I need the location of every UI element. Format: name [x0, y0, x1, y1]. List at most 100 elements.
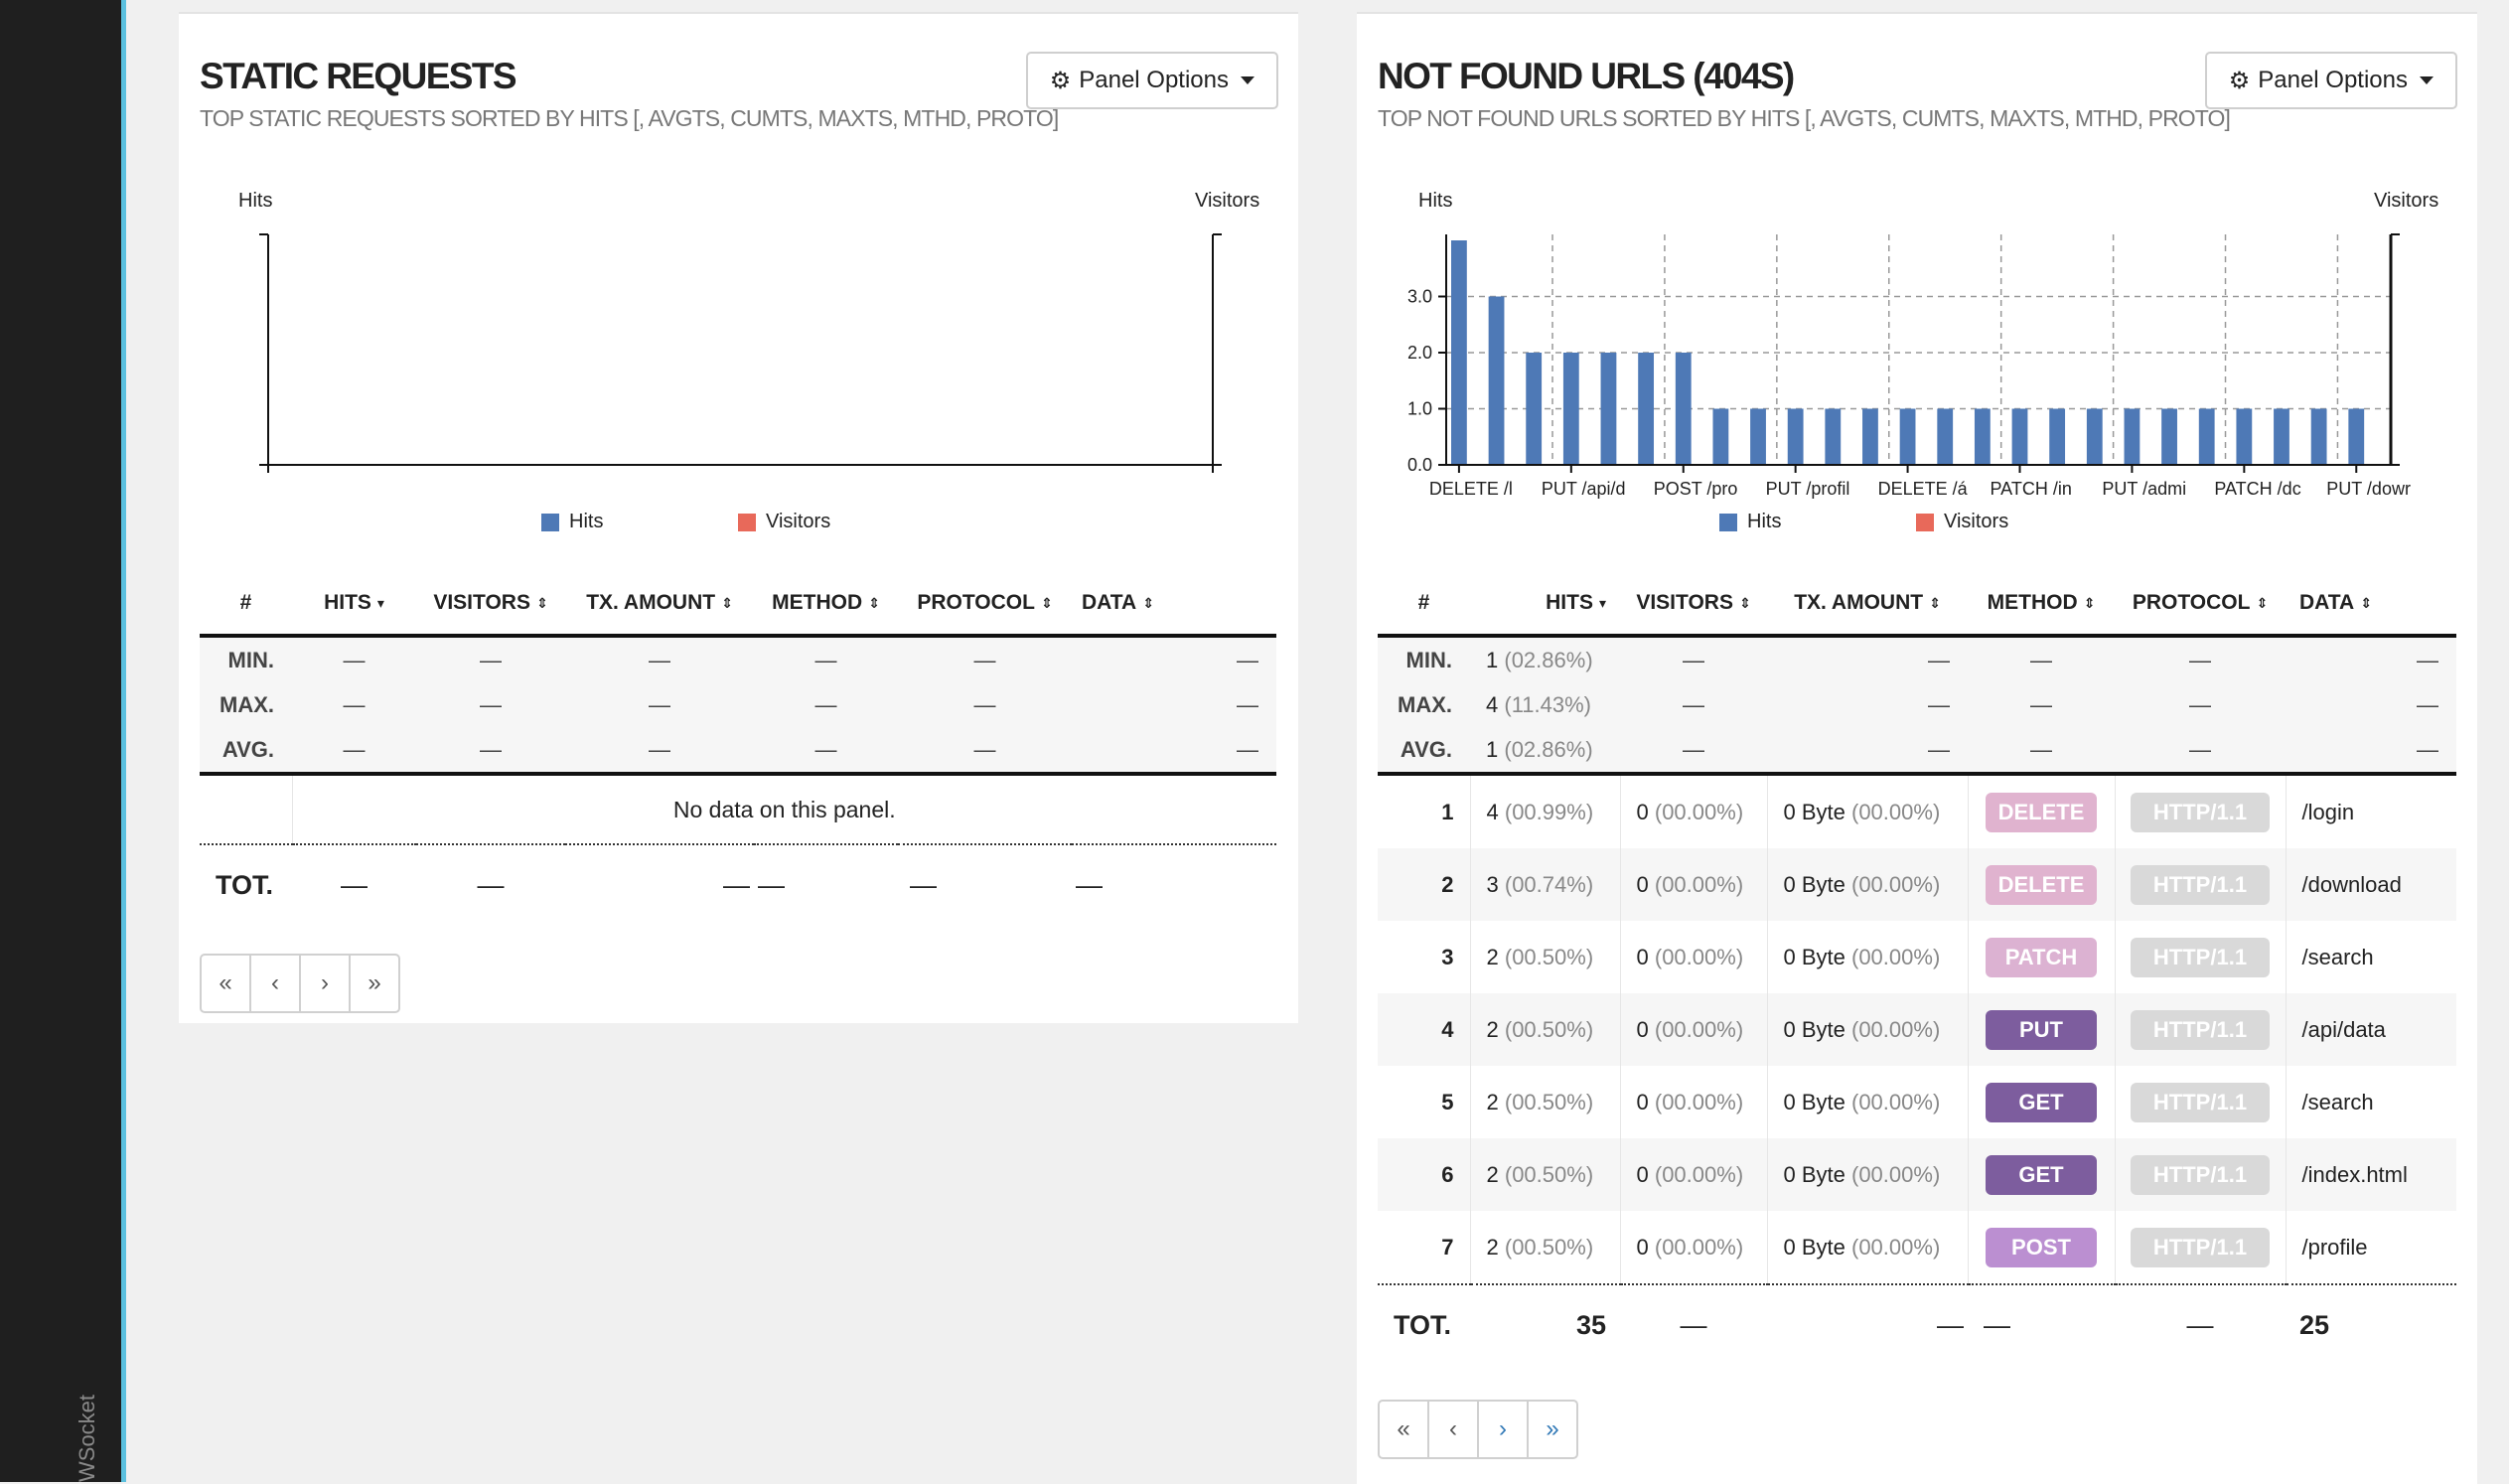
x-tick-label: PUT /dowr [2326, 479, 2411, 499]
websocket-label: WSocket [74, 1394, 99, 1482]
sort-icon: ⇕ [535, 595, 548, 611]
x-tick-label: PUT /admi [2102, 479, 2186, 499]
row-visitors: 0 (00.00%) [1620, 921, 1768, 993]
row-data: /search [2301, 944, 2374, 969]
table-row[interactable]: 14 (00.99%) 0 (00.00%) 0 Byte (00.00%) DELE… [1378, 774, 2456, 848]
y-tick-label: 0.0 [1407, 455, 1432, 475]
col-visitors[interactable]: VISITORS ⇕ [1620, 572, 1767, 636]
avg-row: AVG. 1 (02.86%) — — — — — [1378, 727, 2456, 774]
protocol-badge: HTTP/1.1 [2131, 864, 2270, 905]
legend-visitors-label: Visitors [1944, 511, 2009, 532]
panel-options-button[interactable]: ⚙ Panel Options [2204, 52, 2457, 109]
hits-bar [2198, 408, 2215, 465]
hits-bar [2011, 408, 2028, 465]
row-visitors: 0 (00.00%) [1620, 848, 1768, 921]
visitors-swatch [1916, 513, 1934, 531]
method-badge: PUT [1986, 1009, 2097, 1050]
sort-desc-icon: ▾ [376, 595, 384, 611]
hits-bar [1825, 408, 1842, 465]
sort-icon: ⇕ [721, 595, 733, 611]
left-sidebar [0, 0, 121, 1482]
protocol-badge: HTTP/1.1 [2131, 1082, 2270, 1122]
col-method[interactable]: METHOD ⇕ [1968, 572, 2115, 636]
not-found-pagination: « ‹ › » [1378, 1400, 1578, 1459]
sort-icon: ⇕ [2360, 595, 2372, 611]
col-hits[interactable]: HITS ▾ [1470, 572, 1620, 636]
method-badge: DELETE [1986, 792, 2097, 832]
hits-bar [1451, 240, 1467, 465]
first-page-button[interactable]: « [1380, 1402, 1429, 1457]
col-data[interactable]: DATA ⇕ [1072, 572, 1276, 636]
hits-bar [1675, 353, 1692, 465]
method-badge: GET [1986, 1082, 2097, 1122]
static-chart: Hits Visitors [238, 190, 1259, 473]
hits-bar [2236, 408, 2253, 465]
table-row[interactable]: 62 (00.50%) 0 (00.00%) 0 Byte (00.00%) GET H… [1378, 1138, 2456, 1211]
sidebar-edge [121, 0, 126, 1482]
row-tx-amount: 0 Byte (00.00%) [1767, 848, 1969, 921]
panel-options-button[interactable]: ⚙ Panel Options [1025, 52, 1278, 109]
gear-icon: ⚙ [1049, 67, 1072, 94]
table-row[interactable]: 72 (00.50%) 0 (00.00%) 0 Byte (00.00%) POST… [1378, 1211, 2456, 1284]
protocol-badge: HTTP/1.1 [2131, 1227, 2270, 1267]
col-visitors[interactable]: VISITORS ⇕ [416, 572, 565, 636]
last-page-button[interactable]: » [351, 956, 398, 1011]
total-label: TOT. [1378, 1283, 1470, 1365]
sort-icon: ⇕ [2083, 595, 2096, 611]
no-data-message: No data on this panel. [292, 774, 1276, 845]
legend-hits[interactable]: Hits [541, 511, 603, 533]
col-hits[interactable]: HITS ▾ [292, 572, 416, 636]
legend-hits[interactable]: Hits [1719, 511, 1781, 533]
next-page-button[interactable]: › [301, 956, 351, 1011]
not-found-urls-panel: NOT FOUND URLS (404S) TOP NOT FOUND URLS… [1357, 12, 2477, 1484]
hits-bar [1974, 408, 1991, 465]
max-row: MAX. 4 (11.43%) — — — — — [1378, 682, 2456, 727]
table-row[interactable]: 42 (00.50%) 0 (00.00%) 0 Byte (00.00%) PUT H… [1378, 993, 2456, 1066]
row-hits: 2 (00.50%) [1470, 921, 1621, 993]
total-hits: 35 [1470, 1283, 1620, 1365]
row-index: 2 [1378, 848, 1471, 921]
table-header-row: # HITS ▾ VISITORS ⇕ TX. AMOUNT ⇕ METHOD ⇕ PR… [1378, 572, 2456, 636]
total-row: TOT. — — — — — — [200, 844, 1276, 925]
protocol-badge: HTTP/1.1 [2131, 792, 2270, 832]
not-found-chart: Hits Visitors 0.0 1.0 2.0 3.0 DELETE /l PUT /… [1407, 190, 2438, 499]
first-page-button[interactable]: « [202, 956, 251, 1011]
legend-visitors[interactable]: Visitors [738, 511, 830, 533]
x-tick-label: DELETE /l [1429, 479, 1513, 499]
no-data-row: No data on this panel. [200, 774, 1276, 845]
panel-title: STATIC REQUESTS [200, 56, 517, 96]
prev-page-button[interactable]: ‹ [1429, 1402, 1479, 1457]
legend-visitors[interactable]: Visitors [1916, 511, 2008, 533]
row-hits: 2 (00.50%) [1470, 993, 1621, 1066]
col-tx-amount[interactable]: TX. AMOUNT ⇕ [565, 572, 754, 636]
col-index: # [239, 591, 252, 614]
method-badge: POST [1986, 1227, 2097, 1267]
hits-bar [1562, 353, 1579, 465]
row-data: /download [2286, 848, 2456, 921]
next-page-button[interactable]: › [1479, 1402, 1529, 1457]
min-label: MIN. [200, 636, 292, 682]
col-tx-amount[interactable]: TX. AMOUNT ⇕ [1767, 572, 1968, 636]
col-protocol[interactable]: PROTOCOL ⇕ [2115, 572, 2286, 636]
panel-subtitle: TOP STATIC REQUESTS SORTED BY HITS [, AV… [200, 105, 1059, 131]
row-hits: 2 (00.50%) [1470, 1138, 1621, 1211]
panel-options-label: Panel Options [2258, 67, 2408, 93]
col-method[interactable]: METHOD ⇕ [754, 572, 898, 636]
hits-bar [2086, 408, 2103, 465]
table-row[interactable]: 23 (00.74%) 0 (00.00%) 0 Byte (00.00%) DELE… [1378, 848, 2456, 921]
max-row: MAX. — — — — — — [200, 682, 1276, 727]
method-badge: PATCH [1986, 937, 2097, 977]
table-row[interactable]: 32 (00.50%) 0 (00.00%) 0 Byte (00.00%) PATC… [1378, 921, 2456, 993]
col-protocol[interactable]: PROTOCOL ⇕ [898, 572, 1072, 636]
prev-page-button[interactable]: ‹ [251, 956, 301, 1011]
x-tick-label: PUT /api/d [1542, 479, 1626, 499]
row-data: /login [2301, 799, 2355, 824]
last-page-button[interactable]: » [1529, 1402, 1576, 1457]
hits-bar [1937, 408, 1954, 465]
gear-icon: ⚙ [2228, 67, 2251, 94]
table-row[interactable]: 52 (00.50%) 0 (00.00%) 0 Byte (00.00%) GET H… [1378, 1066, 2456, 1138]
row-data: /index.html [2286, 1138, 2456, 1211]
hits-bar [2049, 408, 2066, 465]
col-data[interactable]: DATA ⇕ [2286, 572, 2456, 636]
x-tick-label: POST /pro [1654, 479, 1738, 499]
